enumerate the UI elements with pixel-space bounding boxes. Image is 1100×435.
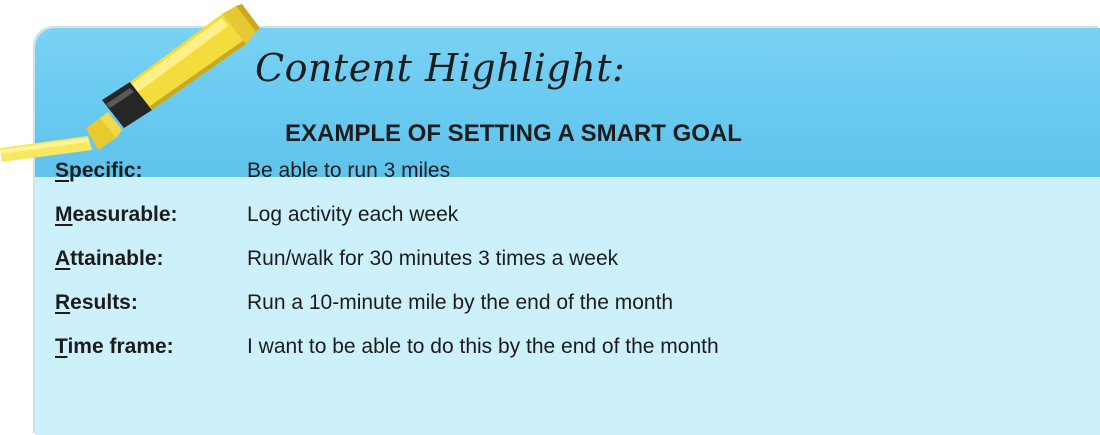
- smart-row-results: Results: Run a 10-minute mile by the end…: [55, 291, 719, 335]
- term-rest: easurable:: [72, 203, 178, 226]
- term-label: Results:: [55, 291, 247, 315]
- term-description: Run a 10-minute mile by the end of the m…: [247, 291, 674, 314]
- term-description: Be able to run 3 miles: [247, 159, 451, 182]
- smart-row-attainable: Attainable: Run/walk for 30 minutes 3 ti…: [55, 247, 719, 291]
- term-rest: pecific:: [69, 159, 143, 182]
- term-initial: T: [55, 335, 68, 358]
- term-initial: S: [55, 159, 70, 182]
- highlighter-icon: [0, 4, 260, 162]
- smart-row-measurable: Measurable: Log activity each week: [55, 203, 719, 247]
- term-rest: ttainable:: [70, 247, 164, 270]
- term-description: Log activity each week: [247, 203, 459, 226]
- term-label: Attainable:: [55, 247, 247, 271]
- smart-row-specific: Specific: Be able to run 3 miles: [55, 159, 719, 203]
- smart-row-time-frame: Time frame: I want to be able to do this…: [55, 335, 719, 379]
- term-initial: A: [55, 247, 71, 270]
- term-label: Specific:: [55, 159, 247, 183]
- term-rest: esults:: [70, 291, 138, 314]
- card-subtitle: EXAMPLE OF SETTING A SMART GOAL: [285, 120, 742, 147]
- page: Content Highlight: EXAMPLE OF SETTING A …: [0, 0, 1100, 435]
- smart-goal-list: Specific: Be able to run 3 miles Measura…: [55, 159, 719, 379]
- term-label: Measurable:: [55, 203, 247, 227]
- term-description: Run/walk for 30 minutes 3 times a week: [247, 247, 619, 270]
- term-rest: ime frame:: [67, 335, 174, 358]
- card-title: Content Highlight:: [255, 46, 626, 90]
- term-description: I want to be able to do this by the end …: [247, 335, 719, 358]
- term-initial: R: [55, 291, 71, 314]
- term-label: Time frame:: [55, 335, 247, 359]
- term-initial: M: [55, 203, 73, 226]
